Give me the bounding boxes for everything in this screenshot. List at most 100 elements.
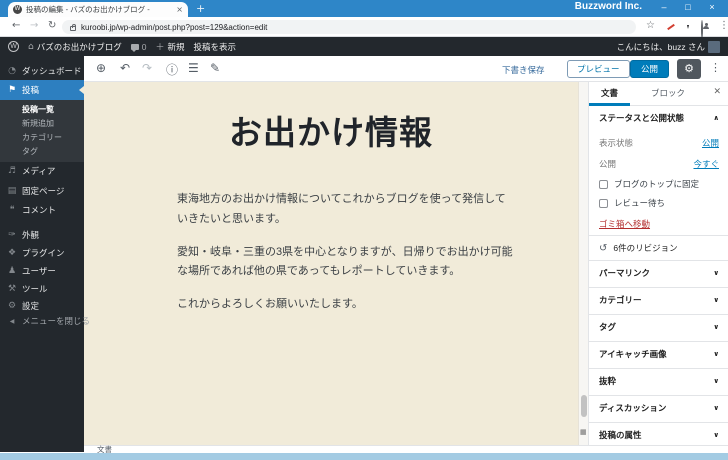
scrollbar-thumb[interactable] (581, 395, 587, 417)
forward-icon[interactable]: → (30, 20, 38, 31)
dashboard-icon: ◔ (8, 66, 16, 76)
pending-checkbox-row: レビュー待ち (599, 197, 665, 209)
admin-bar-new[interactable]: ＋ 新規 (155, 40, 184, 54)
admin-bar-view-post[interactable]: 投稿を表示 (194, 41, 237, 53)
save-draft-button[interactable]: 下書き保存 (502, 64, 545, 76)
pages-icon: ▤ (7, 186, 17, 196)
chevron-down-icon: ∨ (713, 430, 719, 439)
publish-date-link[interactable]: 今すぐ (693, 158, 719, 170)
chevron-down-icon: ∨ (713, 295, 719, 304)
post-paragraph[interactable]: 愛知・岐阜・三重の3県を中心となりますが、日帰りでお出かけ可能な場所であれば他の… (177, 243, 513, 283)
browser-navbar: ← → ↻ kuroobi.jp/wp-admin/post.php?post=… (0, 17, 728, 39)
revisions-row[interactable]: ↺ 6件のリビジョン (589, 235, 728, 260)
wordpress-logo-icon[interactable]: W (8, 41, 19, 52)
menu-item-comments[interactable]: ❝ コメント (0, 201, 84, 219)
tab-title: 投稿の編集 - バズのお出かけブログ - (26, 5, 150, 14)
panel-categories[interactable]: カテゴリー ∨ (589, 287, 728, 311)
menu-item-users[interactable]: ♟ ユーザー (0, 262, 84, 280)
posts-submenu: 投稿一覧 新規追加 カテゴリー タグ (0, 100, 84, 162)
admin-bar-site-link[interactable]: ⌂ バズのお出かけブログ (28, 41, 122, 53)
submenu-add-new[interactable]: 新規追加 (0, 117, 84, 131)
chevron-down-icon: ∨ (713, 322, 719, 331)
editor-canvas[interactable]: お出かけ情報 東海地方のお出かけ情報についてこれからブログを使って発信していきた… (84, 82, 578, 445)
window-maximize-button[interactable]: □ (676, 0, 700, 16)
media-icon: ♬ (7, 166, 17, 176)
panel-permalink[interactable]: パーマリンク ∨ (589, 260, 728, 284)
preview-button[interactable]: プレビュー (567, 60, 630, 78)
post-body: 東海地方のお出かけ情報についてこれからブログを使って発信していきたいと思います。… (177, 190, 513, 328)
content-info-icon[interactable]: ⓘ (166, 61, 178, 78)
more-options-icon[interactable]: ⋮ (710, 61, 721, 74)
greeting-text: こんにちは、buzz さん (616, 41, 705, 52)
window-minimize-button[interactable]: – (652, 0, 676, 16)
menu-item-pages[interactable]: ▤ 固定ページ (0, 182, 84, 200)
menu-item-media[interactable]: ♬ メディア (0, 162, 84, 180)
submenu-categories[interactable]: カテゴリー (0, 131, 84, 145)
post-paragraph[interactable]: 東海地方のお出かけ情報についてこれからブログを使って発信していきたいと思います。 (177, 190, 513, 230)
plugin-icon: ❖ (7, 248, 17, 258)
scrollbar-corner-icon: ▦ (580, 428, 587, 436)
status-panel-header[interactable]: ステータスと公開状態 ∧ (589, 106, 728, 130)
new-tab-button[interactable]: + (196, 2, 205, 15)
wp-admin-menu: ◔ ダッシュボード ⚑ 投稿 投稿一覧 新規追加 カテゴリー タグ ♬ メディア… (0, 56, 90, 452)
close-sidebar-icon[interactable]: ✕ (713, 87, 721, 97)
menu-item-dashboard[interactable]: ◔ ダッシュボード (0, 62, 84, 80)
tab-block[interactable]: ブロック (641, 82, 695, 106)
undo-icon[interactable]: ↶ (120, 61, 130, 75)
lock-icon (70, 23, 76, 31)
address-bar[interactable]: kuroobi.jp/wp-admin/post.php?post=129&ac… (62, 20, 636, 34)
browser-tab[interactable]: W 投稿の編集 - バズのお出かけブログ - × (8, 2, 188, 17)
window-title: Buzzword Inc. (574, 1, 642, 12)
tools-icon: ⚒ (7, 284, 17, 294)
tab-close-icon[interactable]: × (176, 5, 183, 14)
panel-featured-image[interactable]: アイキャッチ画像 ∨ (589, 341, 728, 365)
menu-item-posts[interactable]: ⚑ 投稿 (0, 80, 84, 100)
settings-toggle-gear-icon[interactable]: ⚙ (677, 59, 701, 79)
active-menu-arrow (79, 86, 84, 94)
menu-item-appearance[interactable]: ✑ 外観 (0, 226, 84, 244)
tab-document[interactable]: 文書 (589, 82, 631, 106)
move-to-trash-link[interactable]: ゴミ箱へ移動 (599, 218, 650, 230)
home-icon: ⌂ (28, 41, 34, 52)
edit-pencil-icon[interactable]: ✎ (210, 61, 220, 75)
window-close-button[interactable]: × (700, 0, 724, 16)
bookmark-star-icon[interactable]: ☆ (646, 20, 655, 31)
collapse-menu-button[interactable]: ◀ メニューを閉じる (0, 312, 90, 330)
publish-button[interactable]: 公開 (630, 60, 670, 78)
back-icon[interactable]: ← (12, 20, 20, 31)
comment-bubble-icon (130, 43, 139, 52)
admin-bar-comments[interactable]: 0 (130, 42, 146, 52)
submenu-all-posts[interactable]: 投稿一覧 (0, 103, 84, 117)
chevron-down-icon: ∨ (713, 268, 719, 277)
panel-discussion[interactable]: ディスカッション ∨ (589, 395, 728, 419)
post-paragraph[interactable]: これからよろしくお願いいたします。 (177, 295, 513, 315)
collapse-arrow-icon: ◀ (9, 317, 15, 325)
menu-item-tools[interactable]: ⚒ ツール (0, 280, 84, 298)
panel-post-attributes[interactable]: 投稿の属性 ∨ (589, 422, 728, 446)
revisions-clock-icon: ↺ (599, 242, 608, 254)
settings-gear-icon: ⚙ (7, 301, 17, 311)
pushpin-icon: ⚑ (7, 85, 17, 95)
panel-excerpt[interactable]: 抜粋 ∨ (589, 368, 728, 392)
block-outline-icon[interactable]: ☰ (188, 61, 199, 75)
menu-item-plugins[interactable]: ❖ プラグイン (0, 244, 84, 262)
panel-tags[interactable]: タグ ∨ (589, 314, 728, 338)
block-inserter-icon[interactable]: ⊕ (96, 61, 106, 75)
redo-icon[interactable]: ↷ (142, 61, 152, 75)
editor-toolbar: ⊕ ↶ ↷ ⓘ ☰ ✎ 下書き保存 プレビュー 公開 ⚙ ⋮ (84, 56, 728, 82)
pending-checkbox[interactable] (599, 198, 608, 208)
window-controls: – □ × (652, 0, 724, 16)
window-bottom-border (0, 453, 728, 460)
reload-icon[interactable]: ↻ (48, 20, 56, 31)
canvas-scrollbar[interactable]: ▦ (578, 82, 588, 445)
browser-titlebar: W 投稿の編集 - バズのお出かけブログ - × + Buzzword Inc.… (0, 0, 728, 17)
visibility-link[interactable]: 公開 (702, 137, 719, 149)
post-title[interactable]: お出かけ情報 (84, 106, 578, 154)
url-text[interactable]: kuroobi.jp/wp-admin/post.php?post=129&ac… (81, 23, 267, 32)
wordpress-favicon-icon: W (13, 5, 22, 14)
plus-icon: ＋ (155, 43, 165, 53)
sticky-checkbox[interactable] (599, 179, 608, 189)
submenu-tags[interactable]: タグ (0, 145, 84, 159)
browser-menu-icon[interactable]: ⋮ (719, 20, 728, 31)
admin-bar-account[interactable]: こんにちは、buzz さん (616, 40, 720, 53)
